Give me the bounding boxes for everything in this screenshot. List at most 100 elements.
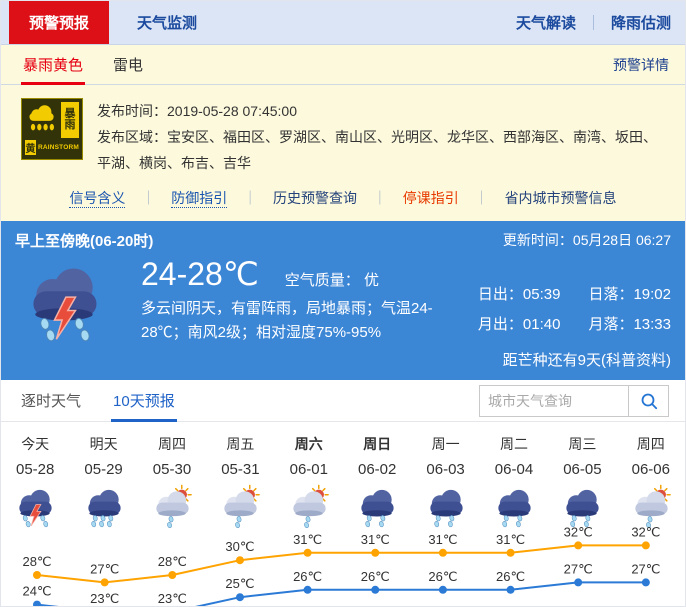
forecast-day[interactable]: 周日06-02	[343, 432, 411, 530]
update-time: 更新时间：05月28日 06:27	[503, 230, 671, 251]
rainstorm-yellow-warning-icon: 暴雨 黄 RAINSTORM	[21, 98, 83, 160]
forecast-day[interactable]: 周四06-06	[617, 432, 685, 530]
day-date: 05-29	[69, 456, 137, 484]
svg-text:25℃: 25℃	[225, 576, 254, 591]
svg-text:24℃: 24℃	[22, 584, 51, 599]
day-date: 06-02	[343, 456, 411, 484]
day-name: 周二	[480, 432, 548, 456]
weather-page: 预警预报 天气监测 天气解读 ｜ 降雨估测 暴雨黄色 雷电 预警详情	[0, 0, 686, 607]
forecast-day[interactable]: 周三06-05	[548, 432, 616, 530]
publish-area-row: 发布区域：宝安区、福田区、罗湖区、南山区、光明区、龙华区、西部海区、南湾、坂田、…	[97, 124, 669, 176]
link-rain-estimate[interactable]: 降雨估测	[611, 12, 671, 33]
publish-time-row: 发布时间：2019-05-28 07:45:00	[97, 98, 669, 124]
svg-text:31℃: 31℃	[361, 532, 390, 547]
day-name: 周三	[548, 432, 616, 456]
link-warning-detail[interactable]: 预警详情	[613, 55, 669, 75]
city-search-input[interactable]	[480, 386, 628, 416]
forecast-day[interactable]: 周一06-03	[411, 432, 479, 530]
warning-tabbar: 暴雨黄色 雷电 预警详情	[1, 45, 685, 85]
day-date: 05-30	[138, 456, 206, 484]
weather-description: 多云间阴天，有雷阵雨，局地暴雨；气温24-28℃；南风2级；相对湿度75%-95…	[141, 297, 471, 345]
sunrise: 日出：05:39	[478, 283, 561, 304]
svg-text:30℃: 30℃	[225, 539, 254, 554]
svg-text:27℃: 27℃	[631, 561, 660, 576]
tab-lightning[interactable]: 雷电	[113, 54, 143, 75]
search-button[interactable]	[628, 386, 668, 416]
svg-text:31℃: 31℃	[293, 532, 322, 547]
day-name: 周四	[617, 432, 685, 456]
forecast-day[interactable]: 周五05-31	[206, 432, 274, 530]
warning-text: 发布时间：2019-05-28 07:45:00 发布区域：宝安区、福田区、罗湖…	[97, 98, 669, 176]
link-history-query[interactable]: 历史预警查询	[273, 190, 357, 206]
forecast-day[interactable]: 周二06-04	[480, 432, 548, 530]
forecast-day[interactable]: 周六06-01	[275, 432, 343, 530]
warning-en-label: RAINSTORM	[38, 140, 79, 155]
link-signal-meaning[interactable]: 信号含义	[69, 190, 125, 208]
svg-text:23℃: 23℃	[90, 591, 119, 606]
air-quality: 空气质量： 优	[285, 269, 379, 290]
temperature-trend-chart: 28℃ 27℃ 28℃ 30℃ 31℃ 31℃ 31℃ 31℃ 32℃ 32℃ 24℃ 23℃ 23℃ 2…	[1, 522, 686, 607]
search-icon	[639, 391, 659, 411]
tab-hourly-weather[interactable]: 逐时天气	[21, 390, 81, 411]
link-weather-interpret[interactable]: 天气解读	[516, 12, 576, 33]
day-date: 06-06	[617, 456, 685, 484]
warning-level-label: 黄	[25, 140, 36, 155]
day-name: 周日	[343, 432, 411, 456]
divider: ｜	[586, 12, 601, 33]
day-date: 06-05	[548, 456, 616, 484]
svg-text:27℃: 27℃	[90, 561, 119, 576]
sunset: 日落：19:02	[588, 283, 671, 304]
sun-moon-times: 日出：05:39 日落：19:02 月出：01:40 月落：13:33	[478, 283, 671, 334]
day-name: 周一	[411, 432, 479, 456]
forecast-day[interactable]: 今天05-28	[1, 432, 69, 530]
tab-weather-monitor[interactable]: 天气监测	[109, 1, 225, 44]
tab-rainstorm-yellow[interactable]: 暴雨黄色	[21, 45, 85, 84]
header-tabbar: 预警预报 天气监测 天气解读 ｜ 降雨估测	[1, 1, 685, 45]
solar-term-link[interactable]: 距芒种还有9天(科普资料)	[503, 349, 671, 370]
moonset: 月落：13:33	[588, 313, 671, 334]
warning-cloud-icon	[25, 102, 59, 138]
day-date: 05-28	[1, 456, 69, 484]
svg-text:32℃: 32℃	[631, 524, 660, 539]
link-class-suspension[interactable]: 停课指引	[403, 190, 459, 206]
ten-day-forecast: 今天05-28明天05-29周四05-30 周五05-31 周六06-01 周日…	[1, 422, 685, 607]
svg-text:26℃: 26℃	[496, 569, 525, 584]
link-defense-guide[interactable]: 防御指引	[171, 190, 227, 208]
forecast-tabbar: 逐时天气 10天预报	[1, 380, 685, 422]
svg-text:26℃: 26℃	[361, 569, 390, 584]
svg-text:28℃: 28℃	[22, 554, 51, 569]
warning-panel: 暴雨黄色 雷电 预警详情	[1, 45, 685, 221]
publish-area-value: 宝安区、福田区、罗湖区、南山区、光明区、龙华区、西部海区、南湾、坂田、平湖、横岗…	[97, 129, 657, 171]
svg-text:26℃: 26℃	[293, 569, 322, 584]
day-name: 周六	[275, 432, 343, 456]
day-name: 明天	[69, 432, 137, 456]
svg-text:23℃: 23℃	[158, 591, 187, 606]
day-date: 06-03	[411, 456, 479, 484]
city-search-box	[479, 385, 669, 417]
tab-alert-forecast[interactable]: 预警预报	[9, 1, 109, 44]
forecast-day[interactable]: 周四05-30	[138, 432, 206, 530]
svg-text:32℃: 32℃	[564, 524, 593, 539]
tab-ten-day-forecast[interactable]: 10天预报	[111, 380, 177, 421]
publish-time-value: 2019-05-28 07:45:00	[167, 103, 297, 119]
warning-type-label: 暴雨	[61, 102, 79, 138]
thunderstorm-icon	[21, 257, 107, 348]
svg-text:31℃: 31℃	[428, 532, 457, 547]
day-name: 今天	[1, 432, 69, 456]
day-date: 05-31	[206, 456, 274, 484]
day-date: 06-04	[480, 456, 548, 484]
temperature-range: 24-28℃	[141, 255, 259, 293]
forecast-day[interactable]: 明天05-29	[69, 432, 137, 530]
day-name: 周四	[138, 432, 206, 456]
svg-text:28℃: 28℃	[158, 554, 187, 569]
link-province-warnings[interactable]: 省内城市预警信息	[505, 190, 617, 206]
moonrise: 月出：01:40	[478, 313, 561, 334]
svg-text:31℃: 31℃	[496, 532, 525, 547]
svg-text:27℃: 27℃	[564, 561, 593, 576]
forecast-days-row: 今天05-28明天05-29周四05-30 周五05-31 周六06-01 周日…	[1, 422, 685, 530]
svg-text:26℃: 26℃	[428, 569, 457, 584]
warning-links: 信号含义 ｜ 防御指引 ｜ 历史预警查询 ｜ 停课指引 ｜ 省内城市预警信息	[1, 176, 685, 221]
day-name: 周五	[206, 432, 274, 456]
day-date: 06-01	[275, 456, 343, 484]
forecast-period: 早上至傍晚(06-20时)	[15, 230, 153, 251]
